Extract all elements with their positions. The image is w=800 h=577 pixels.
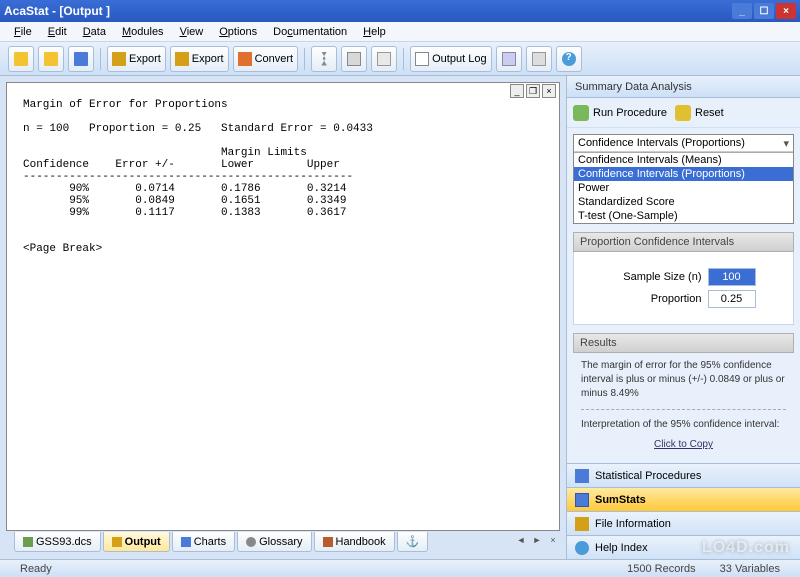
copy-icon bbox=[347, 52, 361, 66]
results-text-2: Interpretation of the 95% confidence int… bbox=[581, 418, 786, 432]
menu-modules[interactable]: Modules bbox=[114, 24, 172, 40]
open2-button[interactable] bbox=[38, 46, 64, 72]
calc-button[interactable] bbox=[496, 46, 522, 72]
status-ready: Ready bbox=[8, 563, 64, 575]
procedure-option[interactable]: Power bbox=[574, 181, 793, 195]
paste-button[interactable] bbox=[371, 46, 397, 72]
stat-icon bbox=[575, 469, 589, 483]
calculator-icon bbox=[502, 52, 516, 66]
doc-restore-button[interactable]: ❐ bbox=[526, 84, 540, 98]
titlebar: AcaStat - [Output ] _ ☐ × bbox=[0, 0, 800, 22]
results-title: Results bbox=[573, 333, 794, 353]
output-icon bbox=[112, 537, 122, 547]
folder-icon bbox=[14, 52, 28, 66]
procedure-option[interactable]: Confidence Intervals (Proportions) bbox=[574, 167, 793, 181]
log-icon bbox=[415, 52, 429, 66]
nav-help-index[interactable]: Help Index bbox=[567, 535, 800, 559]
close-button[interactable]: × bbox=[776, 3, 796, 19]
export-icon bbox=[112, 52, 126, 66]
procedure-list[interactable]: Confidence Intervals (Means) Confidence … bbox=[574, 152, 793, 223]
statusbar: Ready 1500 Records 33 Variables bbox=[0, 559, 800, 577]
click-to-copy-link[interactable]: Click to Copy bbox=[581, 438, 786, 452]
scissors-icon bbox=[317, 52, 331, 66]
nav-file-information[interactable]: File Information bbox=[567, 511, 800, 535]
export-icon bbox=[175, 52, 189, 66]
side-panel-title: Summary Data Analysis bbox=[567, 76, 800, 98]
tab-charts[interactable]: Charts bbox=[172, 532, 235, 552]
reset-button[interactable]: Reset bbox=[675, 105, 724, 121]
results-text-1: The margin of error for the 95% confiden… bbox=[581, 359, 786, 401]
procedure-option[interactable]: T-test (One-Sample) bbox=[574, 209, 793, 223]
tab-close-button[interactable]: × bbox=[546, 535, 560, 549]
handbook-icon bbox=[323, 537, 333, 547]
procedure-option[interactable]: Confidence Intervals (Means) bbox=[574, 153, 793, 167]
menu-view[interactable]: View bbox=[172, 24, 212, 40]
help-icon bbox=[562, 52, 576, 66]
document-tabs: GSS93.dcs Output Charts Glossary Handboo… bbox=[6, 531, 560, 553]
disk-icon bbox=[74, 52, 88, 66]
reset-icon bbox=[675, 105, 691, 121]
tab-data[interactable]: GSS93.dcs bbox=[14, 532, 101, 552]
run-procedure-button[interactable]: Run Procedure bbox=[573, 105, 667, 121]
tab-prev-button[interactable]: ◄ bbox=[514, 535, 528, 549]
tab-handbook[interactable]: Handbook bbox=[314, 532, 395, 552]
results-body: The margin of error for the 95% confiden… bbox=[573, 353, 794, 458]
section-ci-body: Sample Size (n) Proportion bbox=[573, 252, 794, 325]
doc-close-button[interactable]: × bbox=[542, 84, 556, 98]
sample-size-input[interactable] bbox=[708, 268, 756, 286]
output-panel: _ ❐ × Margin of Error for Proportions n … bbox=[0, 76, 566, 559]
doc-minimize-button[interactable]: _ bbox=[510, 84, 524, 98]
output-log-button[interactable]: Output Log bbox=[410, 46, 491, 72]
charts-icon bbox=[181, 537, 191, 547]
printer-icon bbox=[532, 52, 546, 66]
paste-icon bbox=[377, 52, 391, 66]
maximize-button[interactable]: ☐ bbox=[754, 3, 774, 19]
section-ci-title: Proportion Confidence Intervals bbox=[573, 232, 794, 252]
nav-statistical-procedures[interactable]: Statistical Procedures bbox=[567, 463, 800, 487]
data-icon bbox=[23, 537, 33, 547]
tab-more[interactable]: ⚓ bbox=[397, 532, 429, 552]
tab-next-button[interactable]: ► bbox=[530, 535, 544, 549]
menu-options[interactable]: Options bbox=[211, 24, 265, 40]
app-title: AcaStat - [Output ] bbox=[4, 4, 110, 18]
procedure-selected[interactable]: Confidence Intervals (Proportions) bbox=[574, 135, 793, 152]
menu-help[interactable]: Help bbox=[355, 24, 394, 40]
procedure-select[interactable]: Confidence Intervals (Proportions) Confi… bbox=[573, 134, 794, 224]
print-button[interactable] bbox=[526, 46, 552, 72]
minimize-button[interactable]: _ bbox=[732, 3, 752, 19]
help-icon bbox=[575, 541, 589, 555]
menu-data[interactable]: Data bbox=[75, 24, 114, 40]
copy-button[interactable] bbox=[341, 46, 367, 72]
file-icon bbox=[575, 517, 589, 531]
export-button-1[interactable]: Export bbox=[107, 46, 166, 72]
convert-icon bbox=[238, 52, 252, 66]
menu-documentation[interactable]: Documentation bbox=[265, 24, 355, 40]
open-button[interactable] bbox=[8, 46, 34, 72]
status-variables: 33 Variables bbox=[708, 563, 792, 575]
output-text[interactable]: Margin of Error for Proportions n = 100 … bbox=[6, 82, 560, 531]
help-button[interactable] bbox=[556, 46, 582, 72]
menu-file[interactable]: File bbox=[6, 24, 40, 40]
glossary-icon bbox=[246, 537, 256, 547]
tab-glossary[interactable]: Glossary bbox=[237, 532, 311, 552]
procedure-option[interactable]: Standardized Score bbox=[574, 195, 793, 209]
proportion-input[interactable] bbox=[708, 290, 756, 308]
menu-edit[interactable]: Edit bbox=[40, 24, 75, 40]
folder-icon bbox=[44, 52, 58, 66]
sumstats-icon bbox=[575, 493, 589, 507]
anchor-icon: ⚓ bbox=[406, 535, 420, 548]
sample-size-label: Sample Size (n) bbox=[612, 271, 702, 283]
side-panel: Summary Data Analysis Run Procedure Rese… bbox=[566, 76, 800, 559]
status-records: 1500 Records bbox=[615, 563, 708, 575]
save-button[interactable] bbox=[68, 46, 94, 72]
run-icon bbox=[573, 105, 589, 121]
cut-button[interactable] bbox=[311, 46, 337, 72]
menubar: File Edit Data Modules View Options Docu… bbox=[0, 22, 800, 42]
proportion-label: Proportion bbox=[612, 293, 702, 305]
export-button-2[interactable]: Export bbox=[170, 46, 229, 72]
tab-output[interactable]: Output bbox=[103, 532, 170, 552]
convert-button[interactable]: Convert bbox=[233, 46, 299, 72]
toolbar: Export Export Convert Output Log bbox=[0, 42, 800, 76]
nav-sumstats[interactable]: SumStats bbox=[567, 487, 800, 511]
